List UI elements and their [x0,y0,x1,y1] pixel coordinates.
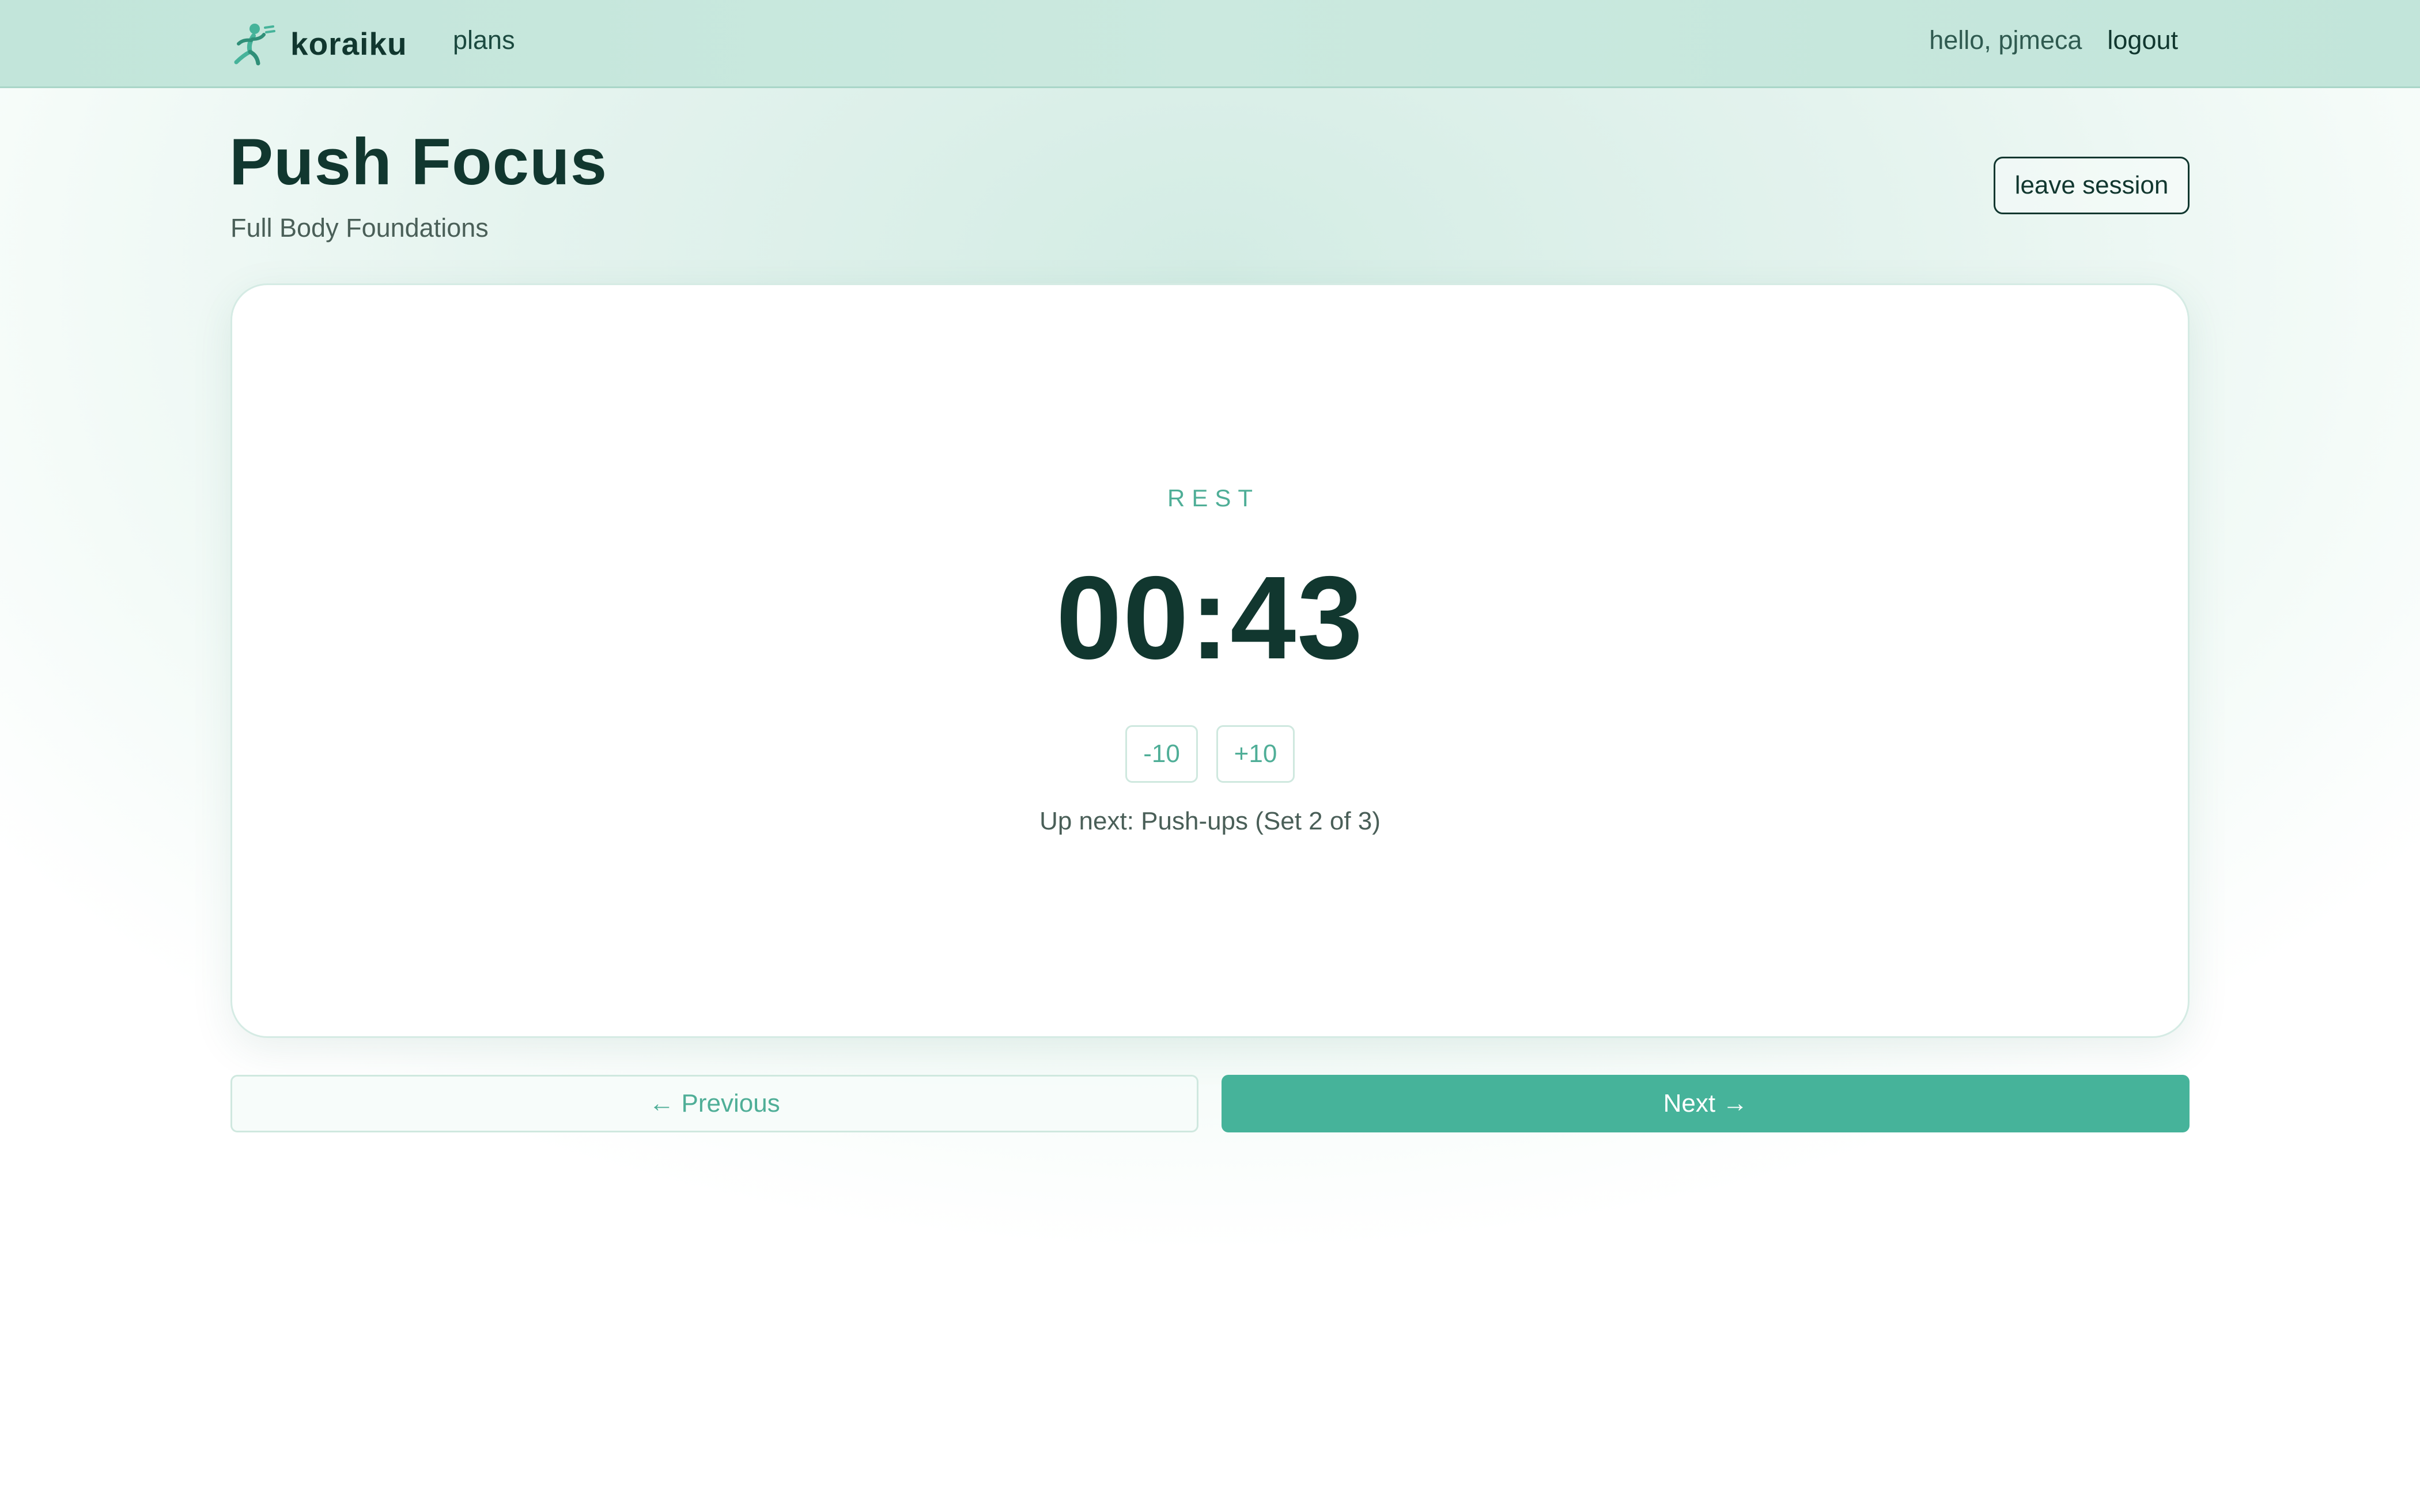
logout-link[interactable]: logout [2107,25,2178,55]
previous-button[interactable]: ← Previous [230,1075,1198,1132]
user-nav: hello, pjmeca logout [1929,25,2178,55]
brand-name: koraiku [290,26,407,62]
rest-timer-card: REST 00:43 -10 +10 Up next: Push-ups (Se… [230,283,2190,1038]
next-button[interactable]: Next → [1222,1075,2190,1132]
nav-link-plans[interactable]: plans [453,25,515,55]
countdown-timer: 00:43 [1056,552,1364,684]
top-nav-bar: koraiku plans hello, pjmeca logout [0,0,2420,88]
user-greeting: hello, pjmeca [1929,25,2082,55]
subtract-10-seconds-button[interactable]: -10 [1125,725,1198,783]
page-title: Push Focus [229,126,608,199]
add-10-seconds-button[interactable]: +10 [1216,725,1295,783]
plan-subtitle: Full Body Foundations [230,213,489,242]
brand-logo-link[interactable]: koraiku [230,22,407,66]
timer-adjust-controls: -10 +10 [232,725,2188,783]
phase-label: REST [1167,484,1260,511]
up-next-text: Up next: Push-ups (Set 2 of 3) [1039,807,1381,835]
leave-session-button[interactable]: leave session [1994,157,2190,214]
running-figure-icon [234,24,275,66]
